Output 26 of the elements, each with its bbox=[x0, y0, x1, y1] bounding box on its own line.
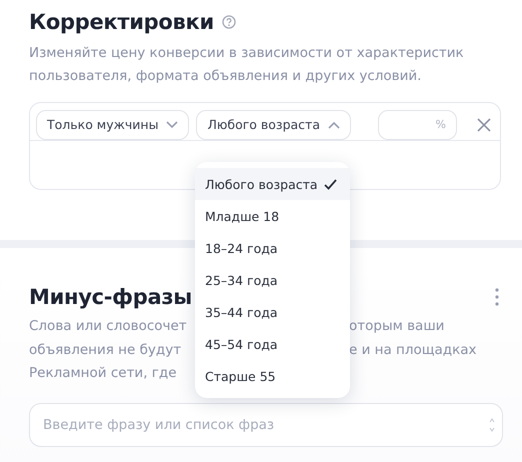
percent-field[interactable]: % bbox=[378, 110, 457, 140]
section-title: Минус-фразы bbox=[29, 285, 192, 309]
age-select[interactable]: Любого возраста bbox=[196, 110, 351, 140]
description-text: Слова или словосочет bbox=[29, 317, 188, 336]
more-menu-icon[interactable] bbox=[495, 288, 499, 306]
check-icon bbox=[324, 178, 337, 190]
help-icon[interactable] bbox=[222, 15, 236, 29]
dropdown-option[interactable]: Старше 55 bbox=[195, 360, 350, 392]
dropdown-option[interactable]: 25–34 года bbox=[195, 264, 350, 296]
description-text: е и на площадках bbox=[349, 340, 478, 360]
description-text: оторым ваши bbox=[349, 317, 446, 336]
section-title: Корректировки bbox=[29, 10, 214, 34]
chevron-down-icon bbox=[166, 120, 178, 128]
gender-select[interactable]: Только мужчины bbox=[36, 110, 190, 140]
description-text: объявления не будут bbox=[29, 340, 182, 360]
dropdown-option[interactable]: 18–24 года bbox=[195, 232, 350, 264]
close-button[interactable] bbox=[476, 116, 492, 132]
resize-handle-icon bbox=[489, 418, 495, 432]
dropdown-option[interactable]: 35–44 года bbox=[195, 296, 350, 328]
description-text: Рекламной сети, где bbox=[29, 364, 178, 383]
dropdown-option[interactable]: 45–54 года bbox=[195, 328, 350, 360]
phrase-input[interactable]: Введите фразу или список фраз bbox=[29, 402, 503, 446]
dropdown-option[interactable]: Младше 18 bbox=[195, 200, 350, 232]
chevron-up-icon bbox=[328, 120, 340, 128]
dropdown-option[interactable]: Любого возраста bbox=[195, 168, 350, 200]
section-description: Изменяйте цену конверсии в зависимости от характеристик пользователя, формата объявления и других условий. bbox=[29, 44, 465, 86]
